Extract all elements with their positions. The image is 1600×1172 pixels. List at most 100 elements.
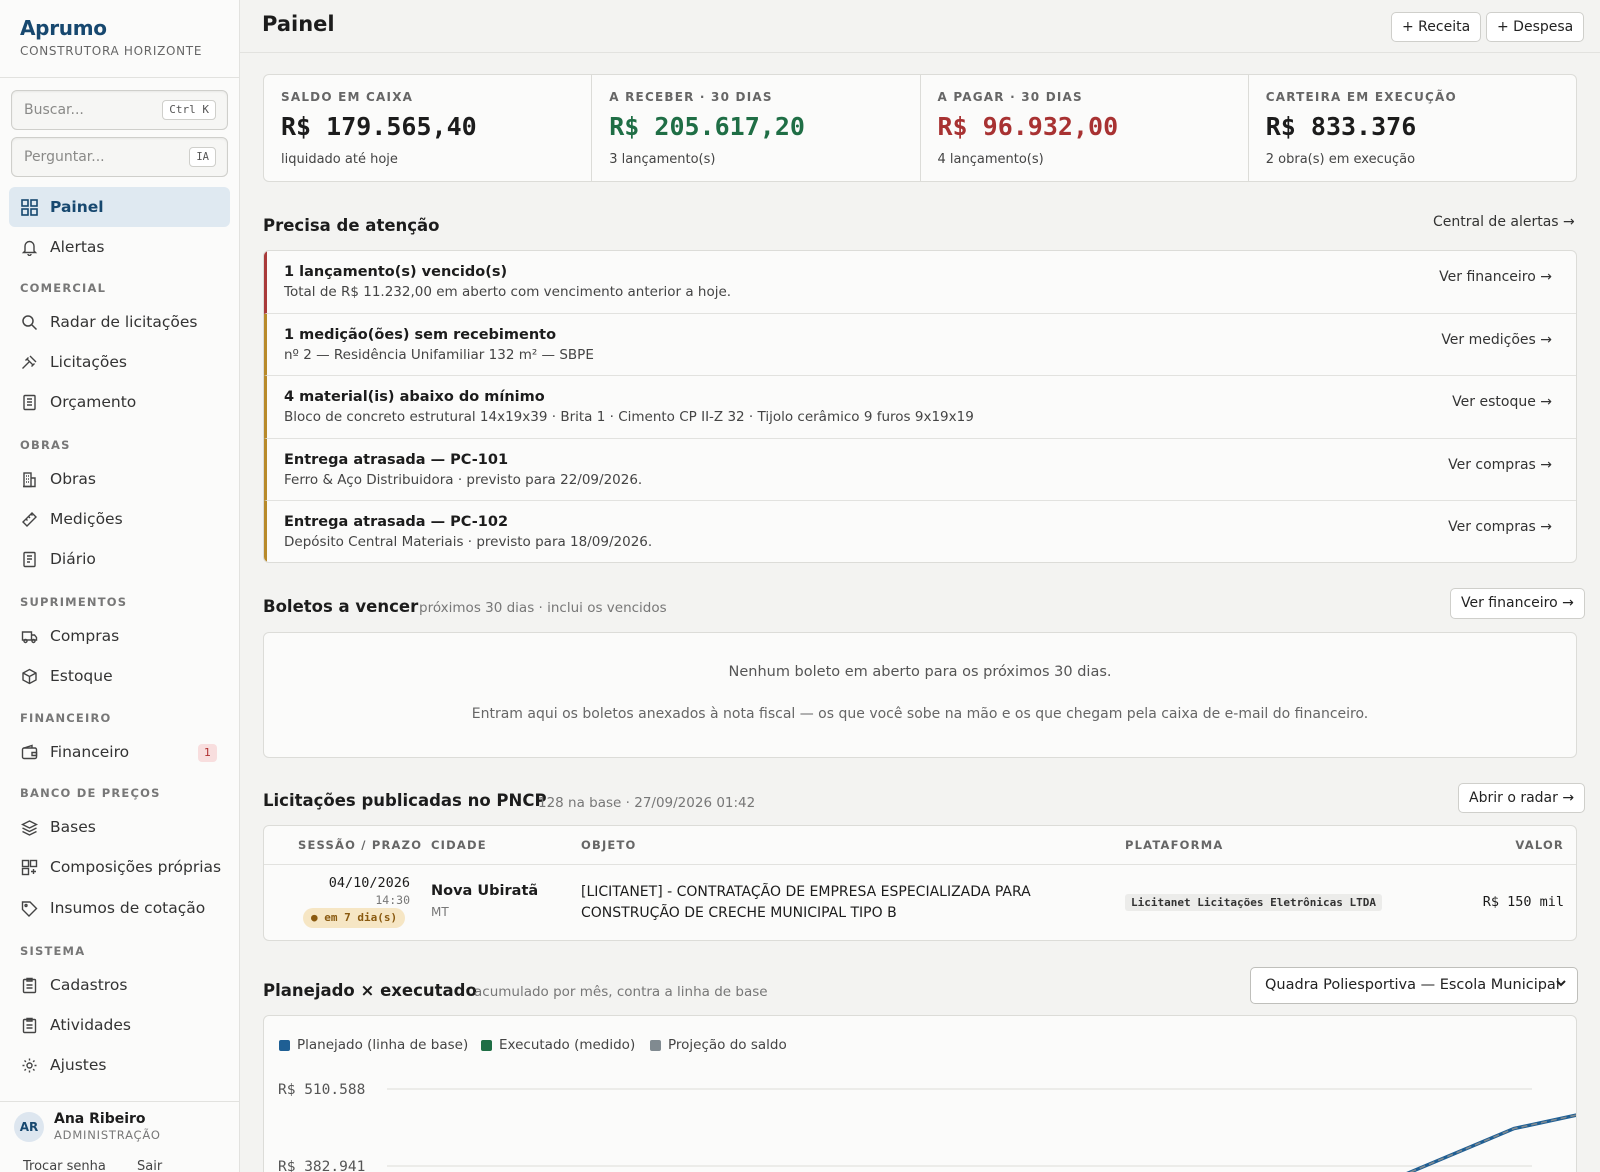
box-icon: [20, 667, 38, 685]
project-select[interactable]: Quadra Poliesportiva — Escola Municipal: [1250, 967, 1578, 1004]
boletos-panel: Nenhum boleto em aberto para os próximos…: [263, 632, 1577, 758]
series-line-planejado: [1406, 1113, 1576, 1172]
kpi-subtitle: liquidado até hoje: [281, 152, 398, 167]
kpi-subtitle: 2 obra(s) em execução: [1265, 152, 1416, 167]
alert-action-link[interactable]: Ver medições →: [1441, 332, 1552, 348]
sidebar-item-ajustes[interactable]: Ajustes: [9, 1045, 230, 1085]
sidebar-item-composicoes[interactable]: Composições próprias: [9, 847, 230, 887]
sidebar-item-label: Atividades: [50, 1016, 131, 1034]
sidebar-item-label: Ajustes: [50, 1056, 107, 1074]
user-name: Ana Ribeiro: [54, 1111, 146, 1127]
journal-icon: [20, 550, 38, 568]
open-radar-button[interactable]: Abrir o radar →: [1458, 783, 1586, 813]
sidebar-item-label: Alertas: [50, 238, 105, 256]
planned-title: Planejado × executado: [263, 981, 477, 1000]
sidebar-divider: [0, 77, 240, 78]
kpi-card-receber: A RECEBER · 30 DIAS R$ 205.617,20 3 lanç…: [592, 75, 921, 181]
alert-item[interactable]: Entrega atrasada — PC-101 Ferro & Aço Di…: [264, 438, 1576, 502]
alert-title: Entrega atrasada — PC-102: [284, 514, 509, 531]
sidebar-item-cadastros[interactable]: Cadastros: [9, 965, 230, 1005]
view-finance-button[interactable]: Ver financeiro →: [1450, 588, 1585, 619]
column-header-cidade: CIDADE: [431, 838, 487, 852]
sidebar-item-painel[interactable]: Painel: [9, 187, 230, 227]
alert-title: 1 medição(ões) sem recebimento: [284, 326, 557, 343]
sidebar-item-label: Compras: [50, 627, 120, 645]
column-header-plataforma: PLATAFORMA: [1125, 838, 1224, 852]
section-header-banco-precos: BANCO DE PREÇOS: [20, 786, 161, 800]
sidebar-item-financeiro[interactable]: Financeiro 1: [9, 732, 230, 772]
search-input[interactable]: Buscar... Ctrl K: [11, 90, 228, 130]
gear-icon: [20, 1056, 38, 1074]
object-line: [LICITANET] - CONTRATAÇÃO DE EMPRESA ESP…: [581, 884, 1031, 900]
y-tick-label: R$ 382.941: [278, 1159, 365, 1172]
section-header-suprimentos: SUPRIMENTOS: [20, 595, 128, 609]
sidebar: Aprumo CONSTRUTORA HORIZONTE Buscar... C…: [0, 0, 240, 1172]
sidebar-item-licitacoes[interactable]: Licitações: [9, 342, 230, 382]
alert-action-link[interactable]: Ver compras →: [1448, 519, 1552, 535]
sidebar-item-medicoes[interactable]: Medições: [9, 499, 230, 539]
sidebar-item-estoque[interactable]: Estoque: [9, 656, 230, 696]
kpi-card-saldo: SALDO EM CAIXA R$ 179.565,40 liquidado a…: [264, 75, 593, 181]
alert-description: Ferro & Aço Distribuidora · previsto par…: [284, 471, 643, 488]
sidebar-item-obras[interactable]: Obras: [9, 459, 230, 499]
alerts-center-link[interactable]: Central de alertas →: [1433, 214, 1575, 230]
sidebar-item-label: Bases: [50, 818, 96, 836]
sidebar-item-label: Insumos de cotação: [50, 899, 206, 917]
ask-ai-input[interactable]: Perguntar... IA: [11, 137, 228, 177]
sidebar-item-label: Diário: [50, 550, 96, 568]
alert-item[interactable]: 1 lançamento(s) vencido(s) Total de R$ 1…: [264, 251, 1576, 314]
page-title: Painel: [262, 12, 335, 36]
building-icon: [20, 470, 38, 488]
bell-icon: [20, 238, 38, 256]
alert-item[interactable]: 4 material(is) abaixo do mínimo Bloco de…: [264, 376, 1576, 439]
kpi-cards: SALDO EM CAIXA R$ 179.565,40 liquidado a…: [263, 74, 1577, 182]
alert-item[interactable]: Entrega atrasada — PC-102 Depósito Centr…: [264, 501, 1576, 562]
alert-action-link[interactable]: Ver compras →: [1448, 457, 1552, 473]
kpi-card-carteira: CARTEIRA EM EXECUÇÃO R$ 833.376 2 obra(s…: [1249, 75, 1576, 181]
sidebar-item-atividades[interactable]: Atividades: [9, 1005, 230, 1045]
tag-icon: [20, 899, 38, 917]
object-description[interactable]: [LICITANET] - CONTRATAÇÃO DE EMPRESA ESP…: [581, 882, 1031, 924]
kpi-card-pagar: A PAGAR · 30 DIAS R$ 96.932,00 4 lançame…: [921, 75, 1249, 181]
series-line-projecao: [1408, 1114, 1576, 1172]
empty-state-hint: Entram aqui os boletos anexados à nota f…: [471, 706, 1369, 722]
dot-icon: ●: [311, 911, 325, 924]
ruler-icon: [20, 510, 38, 528]
alert-title: Entrega atrasada — PC-101: [284, 451, 509, 468]
licitacoes-title: Licitações publicadas no PNCP: [263, 791, 547, 810]
search-icon: [20, 313, 38, 331]
alert-description: Total de R$ 11.232,00 em aberto com venc…: [284, 284, 732, 300]
section-header-financeiro: FINANCEIRO: [20, 711, 112, 725]
sidebar-item-bases[interactable]: Bases: [9, 807, 230, 847]
change-password-link[interactable]: Trocar senha: [23, 1159, 106, 1172]
ai-badge: IA: [189, 147, 216, 167]
avatar: AR: [14, 1112, 44, 1142]
alert-action-link[interactable]: Ver estoque →: [1452, 394, 1552, 410]
kpi-value: R$ 96.932,00: [937, 112, 1119, 141]
brand-logo[interactable]: Aprumo: [20, 16, 202, 40]
alert-item[interactable]: 1 medição(ões) sem recebimento nº 2 — Re…: [264, 313, 1576, 377]
add-expense-button[interactable]: + Despesa: [1486, 12, 1585, 42]
sidebar-item-alertas[interactable]: Alertas: [9, 227, 230, 267]
notification-badge: 1: [198, 744, 217, 762]
gavel-icon: [20, 353, 38, 371]
alert-action-link[interactable]: Ver financeiro →: [1439, 269, 1552, 285]
truck-icon: [20, 627, 38, 645]
section-header-comercial: COMERCIAL: [20, 281, 107, 295]
sidebar-item-diario[interactable]: Diário: [9, 539, 230, 579]
attention-title: Precisa de atenção: [263, 216, 440, 235]
sidebar-item-radar[interactable]: Radar de licitações: [9, 302, 230, 342]
sidebar-item-compras[interactable]: Compras: [9, 616, 230, 656]
search-placeholder: Buscar...: [24, 102, 84, 118]
sidebar-item-label: Estoque: [50, 667, 113, 685]
table-header: SESSÃO / PRAZO CIDADE OBJETO PLATAFORMA …: [264, 826, 1576, 865]
kpi-label: CARTEIRA EM EXECUÇÃO: [1265, 90, 1457, 104]
boletos-title: Boletos a vencer: [263, 597, 419, 616]
kpi-label: A PAGAR · 30 DIAS: [937, 90, 1083, 104]
table-row[interactable]: 04/10/2026 14:30 ● em 7 dia(s) Nova Ubir…: [264, 865, 1576, 940]
sidebar-item-insumos[interactable]: Insumos de cotação: [9, 888, 230, 928]
add-revenue-button[interactable]: + Receita: [1391, 12, 1482, 42]
sidebar-item-orcamento[interactable]: Orçamento: [9, 382, 230, 422]
logout-link[interactable]: Sair: [137, 1159, 162, 1172]
alert-description: nº 2 — Residência Unifamiliar 132 m² — S…: [284, 346, 594, 363]
